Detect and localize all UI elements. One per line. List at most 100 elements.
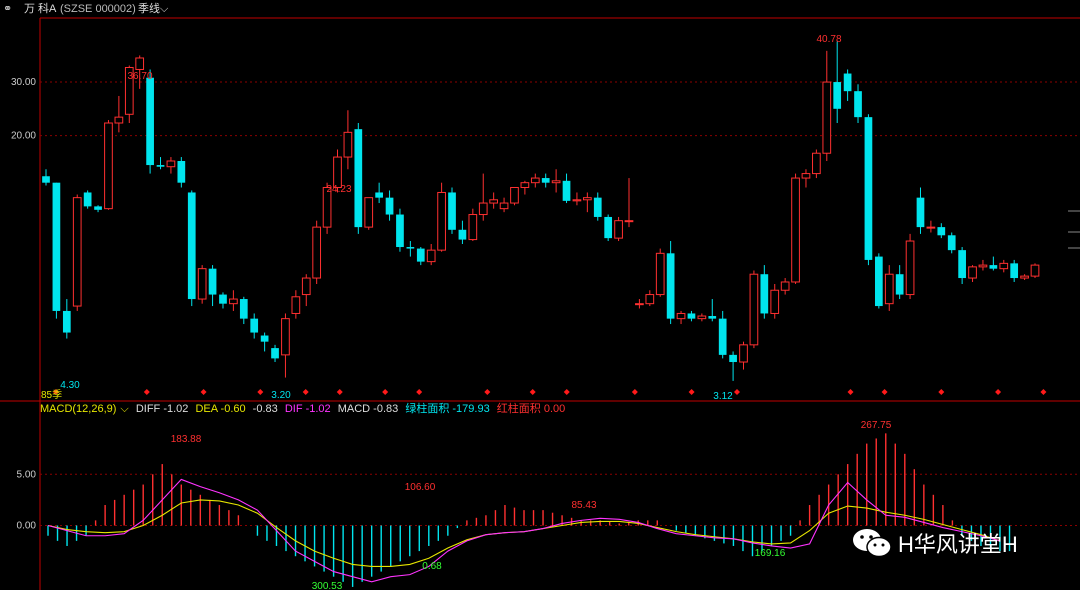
candle-body (958, 250, 966, 279)
candle-body (354, 129, 363, 228)
macd-annotation: 106.60 (405, 482, 436, 493)
candle-body (260, 335, 269, 342)
low-label: 3.20 (271, 390, 291, 401)
candle-body (655, 252, 665, 296)
candle-body (177, 160, 186, 183)
candle-body (301, 277, 311, 296)
candle-body (499, 202, 509, 210)
candle-body (635, 303, 644, 306)
candle-body (239, 299, 248, 319)
candle-body (780, 281, 790, 291)
candle-body (72, 197, 82, 307)
candle-body (187, 192, 196, 300)
candle-body (687, 313, 696, 319)
wechat-icon (853, 529, 892, 558)
candle-body (166, 160, 176, 168)
candle-body (271, 348, 279, 359)
candle-body (947, 235, 956, 251)
candle-body (562, 180, 571, 201)
signal-marker (416, 389, 423, 395)
candle-body (229, 298, 238, 305)
low-label: 3.12 (713, 391, 733, 402)
candle-body (854, 91, 862, 118)
candle-body (468, 214, 478, 241)
signal-marker (143, 389, 150, 395)
candle-body (770, 289, 780, 314)
candle-body (219, 294, 227, 304)
signal-marker (382, 389, 389, 395)
price-tick-label: 30.00 (11, 77, 36, 88)
candle-body (551, 180, 561, 184)
candle-body (905, 240, 915, 296)
macd-annotation: 85.43 (571, 500, 596, 511)
candle-body (989, 265, 998, 269)
signal-marker (302, 389, 309, 395)
candle-body (343, 131, 353, 158)
candle-body (94, 206, 102, 210)
candle-body (250, 318, 259, 333)
candle-body (926, 226, 936, 229)
price-tick-label: 20.00 (11, 131, 36, 142)
candle-body (396, 214, 404, 248)
candle-body (448, 192, 456, 230)
candle-body (489, 199, 499, 204)
macd-annotation: 0.68 (422, 561, 442, 572)
signal-marker (938, 389, 945, 395)
candle-body (708, 316, 717, 319)
candle-body (791, 177, 800, 283)
candle-body (812, 152, 821, 175)
candle-body (146, 77, 154, 166)
candle-body (437, 191, 446, 251)
candle-body (197, 268, 207, 300)
candle-body (718, 318, 727, 355)
high-label: 40.78 (816, 34, 841, 45)
candle-body (156, 165, 165, 167)
candle-body (968, 266, 977, 279)
candle-body (666, 253, 675, 319)
candle-body (1020, 275, 1029, 279)
candle-body (874, 256, 883, 307)
macd-tick-label: 5.00 (17, 469, 37, 480)
candle-body (593, 197, 602, 217)
candle-body (1030, 264, 1040, 277)
signal-marker (881, 389, 888, 395)
candle-body (406, 247, 415, 249)
candle-body (520, 182, 530, 188)
candle-body (541, 178, 550, 183)
candle-body (42, 176, 50, 183)
candle-body (114, 116, 124, 124)
candle-body (645, 294, 655, 305)
candle-body (614, 220, 623, 239)
candle-body (999, 262, 1009, 270)
period-tag: 85季 (41, 389, 62, 401)
macd-annotation: 267.75 (861, 420, 892, 431)
candle-body (291, 296, 301, 314)
macd-annotation: 169.16 (755, 548, 786, 559)
signal-marker (734, 389, 740, 395)
candle-body (364, 197, 374, 228)
watermark: H华风讲堂H (850, 525, 1018, 561)
macd-annotation: 300.53 (312, 581, 343, 590)
signal-marker (529, 389, 536, 395)
candle-body (822, 81, 832, 154)
candle-body (843, 73, 852, 92)
candle-body (333, 156, 342, 188)
candle-body (135, 57, 145, 70)
candle-body (864, 117, 873, 260)
signal-marker (484, 389, 491, 395)
candle-body (530, 177, 540, 184)
candle-body (833, 82, 842, 109)
candle-body (978, 264, 988, 268)
signal-marker (200, 389, 207, 395)
signal-marker (1040, 389, 1047, 395)
candle-body (582, 197, 592, 201)
candle-body (604, 216, 613, 239)
candle-body (62, 310, 71, 333)
candle-body (416, 248, 425, 262)
candle-body (895, 274, 904, 295)
signal-marker (688, 389, 695, 395)
candle-body (916, 197, 925, 228)
candle-body (52, 182, 61, 311)
candle-body (729, 354, 737, 363)
candle-body (676, 312, 686, 320)
